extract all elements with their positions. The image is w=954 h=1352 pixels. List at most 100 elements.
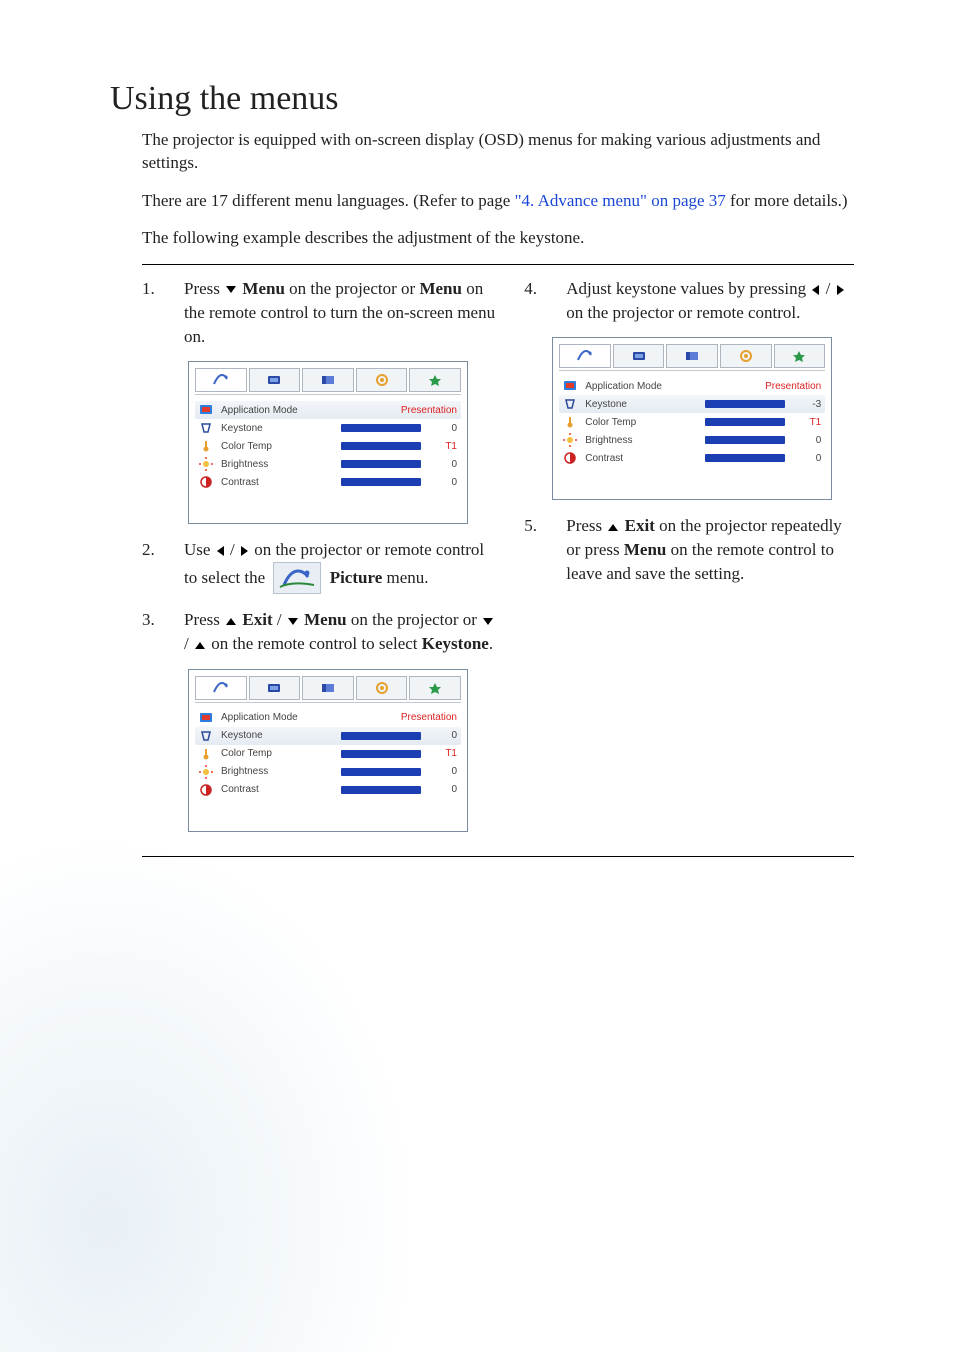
osd-row-icon xyxy=(199,729,213,743)
intro-p1: The projector is equipped with on-screen… xyxy=(110,128,854,175)
osd-row-icon xyxy=(563,451,577,465)
osd-row-bar xyxy=(341,786,421,794)
osd-row-icon xyxy=(199,765,213,779)
step-3: 3. Press Exit / Menu on the projector or… xyxy=(142,608,500,656)
osd-row-value: 0 xyxy=(793,435,821,446)
osd-screenshot-1: Application ModePresentationKeystone0Col… xyxy=(188,361,468,524)
osd-row: Keystone0 xyxy=(195,727,461,745)
osd-screenshot-3: Application ModePresentationKeystone-3Co… xyxy=(552,337,832,500)
osd-tab xyxy=(195,676,247,700)
advance-menu-link[interactable]: "4. Advance menu" on page 37 xyxy=(515,191,726,210)
osd-row-label: Keystone xyxy=(221,730,341,741)
right-column: 4. Adjust keystone values by pressing / … xyxy=(524,277,854,846)
osd-row: Keystone0 xyxy=(195,419,461,437)
top-rule xyxy=(142,264,854,265)
osd-row-icon xyxy=(199,439,213,453)
osd-tab xyxy=(666,344,718,368)
osd-row: Application ModePresentation xyxy=(195,401,461,419)
intro-p3: The following example describes the adju… xyxy=(110,226,854,249)
osd-row-label: Color Temp xyxy=(221,748,341,759)
osd-row-bar xyxy=(341,478,421,486)
osd-row-label: Keystone xyxy=(221,423,341,434)
osd-tab xyxy=(720,344,772,368)
osd-row-bar xyxy=(341,460,421,468)
osd-tab xyxy=(249,368,301,392)
osd-row: Contrast 0 xyxy=(195,781,461,799)
osd-row-bar xyxy=(341,768,421,776)
osd-row-icon xyxy=(563,415,577,429)
osd-row-icon xyxy=(563,379,577,393)
osd-row-label: Color Temp xyxy=(221,441,341,452)
right-arrow-icon xyxy=(241,546,248,556)
osd-row-bar xyxy=(705,400,785,408)
osd-row: Brightness 0 xyxy=(195,455,461,473)
osd-row-value: 0 xyxy=(429,477,457,488)
osd-tab xyxy=(356,676,408,700)
osd-row-value: Presentation xyxy=(401,712,457,723)
osd-row-bar xyxy=(341,442,421,450)
osd-row: Contrast 0 xyxy=(559,449,825,467)
osd-row-icon xyxy=(199,475,213,489)
page-title: Using the menus xyxy=(110,80,854,118)
osd-row-label: Application Mode xyxy=(221,712,401,723)
osd-tab xyxy=(774,344,826,368)
osd-row-label: Contrast xyxy=(585,453,705,464)
intro-block: The projector is equipped with on-screen… xyxy=(110,128,854,250)
osd-row-icon xyxy=(563,433,577,447)
osd-tab xyxy=(409,676,461,700)
up-arrow-icon xyxy=(226,618,236,625)
down-arrow-icon xyxy=(226,286,236,293)
osd-row: Color TempT1 xyxy=(195,745,461,763)
osd-row-value: T1 xyxy=(793,417,821,428)
osd-tab xyxy=(302,676,354,700)
bottom-rule xyxy=(142,856,854,857)
osd-row-value: T1 xyxy=(429,441,457,452)
osd-row-label: Application Mode xyxy=(221,405,401,416)
osd-row-bar xyxy=(705,436,785,444)
osd-row-label: Brightness xyxy=(221,459,341,470)
osd-row-bar xyxy=(705,454,785,462)
osd-row-value: 0 xyxy=(793,453,821,464)
osd-row-value: 0 xyxy=(429,784,457,795)
osd-row: Color Temp T1 xyxy=(195,437,461,455)
osd-row-bar xyxy=(705,418,785,426)
osd-tab xyxy=(613,344,665,368)
osd-row: Brightness0 xyxy=(195,763,461,781)
osd-tab xyxy=(356,368,408,392)
osd-row-label: Brightness xyxy=(585,435,705,446)
step-2: 2. Use / on the projector or remote cont… xyxy=(142,538,500,596)
osd-row-icon xyxy=(199,747,213,761)
osd-row: Contrast 0 xyxy=(195,473,461,491)
osd-row-label: Brightness xyxy=(221,766,341,777)
right-arrow-icon xyxy=(837,285,844,295)
osd-row-value: 0 xyxy=(429,459,457,470)
osd-row-icon xyxy=(199,421,213,435)
step-5: 5. Press Exit on the projector repeatedl… xyxy=(524,514,854,586)
intro-p2: There are 17 different menu languages. (… xyxy=(110,189,854,212)
osd-row-value: -3 xyxy=(793,399,821,410)
osd-row-value: Presentation xyxy=(765,381,821,392)
osd-row-label: Contrast xyxy=(221,477,341,488)
picture-menu-icon xyxy=(273,562,321,594)
page: Using the menus The projector is equippe… xyxy=(0,0,954,929)
osd-row-label: Keystone xyxy=(585,399,705,410)
step-1: 1. Press Menu on the projector or Menu o… xyxy=(142,277,500,349)
osd-tab xyxy=(249,676,301,700)
osd-tab xyxy=(302,368,354,392)
osd-row-icon xyxy=(199,711,213,725)
osd-row-bar xyxy=(341,732,421,740)
up-arrow-icon xyxy=(608,524,618,531)
osd-row: Keystone -3 xyxy=(559,395,825,413)
step-4: 4. Adjust keystone values by pressing / … xyxy=(524,277,854,325)
osd-row-icon xyxy=(199,783,213,797)
left-column: 1. Press Menu on the projector or Menu o… xyxy=(142,277,500,846)
osd-tab xyxy=(409,368,461,392)
osd-row-label: Color Temp xyxy=(585,417,705,428)
down-arrow-icon xyxy=(483,618,493,625)
osd-row-bar xyxy=(341,750,421,758)
left-arrow-icon xyxy=(812,285,819,295)
osd-screenshot-2: Application ModePresentationKeystone0Col… xyxy=(188,669,468,832)
osd-row-icon xyxy=(199,403,213,417)
osd-row-label: Contrast xyxy=(221,784,341,795)
osd-row: Brightness 0 xyxy=(559,431,825,449)
